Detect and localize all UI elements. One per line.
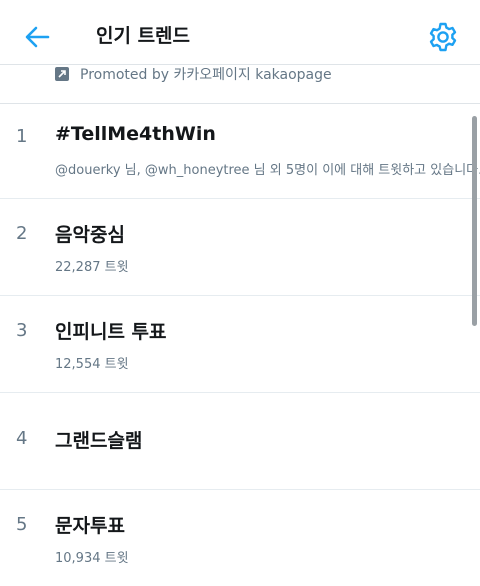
trend-rank: 5 [16, 514, 28, 535]
trend-item[interactable]: 2 음악중심 22,287 트윗 [0, 199, 480, 296]
trend-rank: 4 [16, 428, 28, 449]
trend-item[interactable]: 3 인피니트 투표 12,554 트윗 [0, 296, 480, 393]
gear-icon [429, 22, 457, 52]
trend-name: 음악중심 [55, 224, 125, 246]
settings-button[interactable] [426, 20, 460, 54]
page-title: 인기 트렌드 [96, 25, 191, 47]
trend-rank: 2 [16, 223, 28, 244]
trend-tweet-count: 12,554 트윗 [55, 357, 129, 372]
trend-tweet-count: 22,287 트윗 [55, 260, 129, 275]
trend-item[interactable]: 5 문자투표 10,934 트윗 [0, 490, 480, 586]
top-bar: 인기 트렌드 [0, 0, 480, 72]
trend-item[interactable]: 1 #TellMe4thWin @douerky 님, @wh_honeytre… [0, 102, 480, 199]
trend-name: 그랜드슬램 [55, 430, 143, 452]
arrow-left-icon [25, 26, 50, 48]
trend-name: #TellMe4thWin [55, 123, 216, 145]
scrollbar[interactable] [472, 116, 477, 326]
trend-name: 문자투표 [55, 515, 125, 537]
trend-tweet-count: 10,934 트윗 [55, 551, 129, 566]
promoted-icon [55, 67, 69, 81]
trend-name: 인피니트 투표 [55, 321, 167, 343]
promoted-label: Promoted by 카카오페이지 kakaopage [80, 67, 332, 83]
trend-context: @douerky 님, @wh_honeytree 님 외 5명이 이에 대해 … [55, 163, 480, 178]
promoted-row[interactable]: Promoted by 카카오페이지 kakaopage [0, 64, 480, 104]
back-button[interactable] [22, 22, 52, 52]
trend-rank: 1 [16, 126, 28, 147]
trend-rank: 3 [16, 320, 28, 341]
trend-item[interactable]: 4 그랜드슬램 [0, 393, 480, 490]
